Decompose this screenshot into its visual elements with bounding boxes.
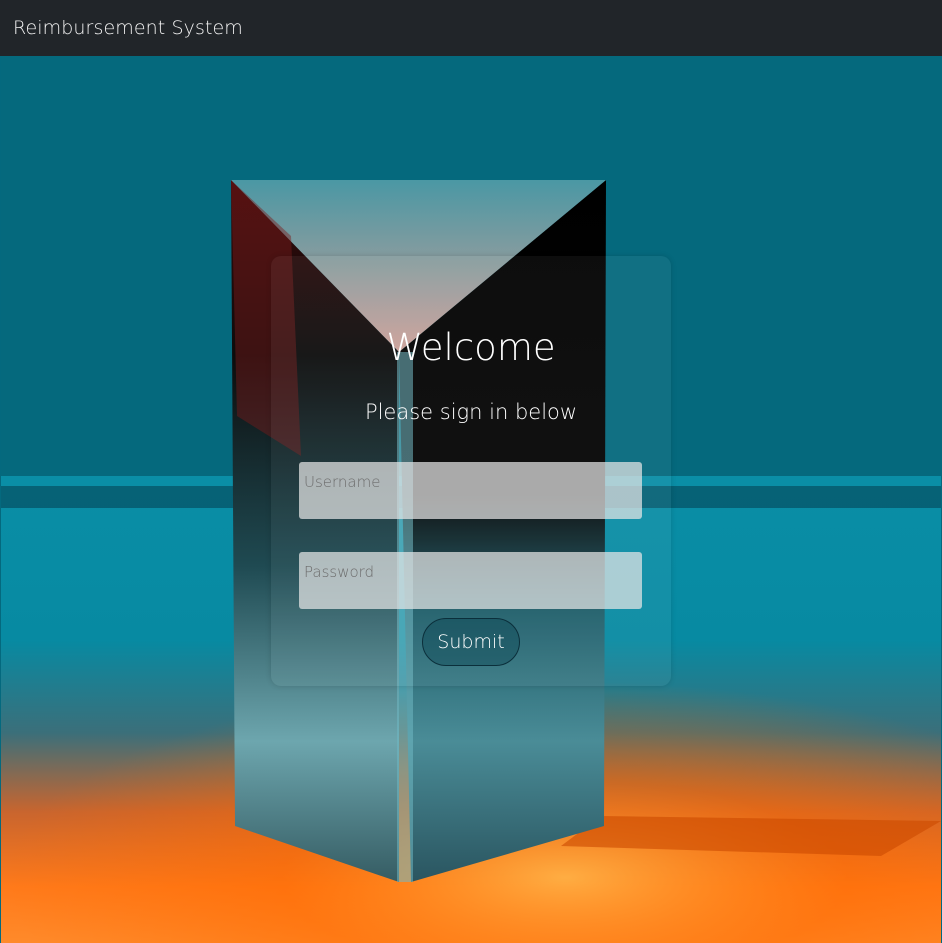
- page-subtitle: Please sign in below: [364, 400, 578, 424]
- navbar-brand[interactable]: Reimbursement System: [13, 17, 243, 39]
- page-title: Welcome: [386, 326, 556, 369]
- navbar: Reimbursement System: [0, 0, 942, 56]
- username-input[interactable]: [299, 462, 642, 519]
- login-page: Reimbursement System Welcome Please sign…: [0, 0, 942, 943]
- submit-button[interactable]: Submit: [422, 618, 520, 666]
- password-input[interactable]: [299, 552, 642, 609]
